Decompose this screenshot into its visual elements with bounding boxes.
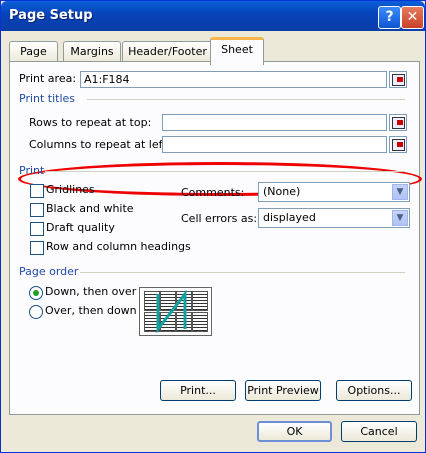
row-col-headings-checkbox[interactable]: [30, 241, 44, 255]
tab-page[interactable]: Page: [9, 41, 58, 62]
comments-select[interactable]: (None) ▼: [258, 182, 410, 202]
print-area-label: Print area:: [19, 72, 77, 85]
options-button[interactable]: Options...: [336, 380, 412, 401]
draft-quality-label: Draft quality: [46, 221, 115, 234]
cancel-button[interactable]: Cancel: [341, 421, 417, 442]
print-area-input[interactable]: A1:F184: [80, 71, 387, 88]
black-white-label: Black and white: [46, 202, 134, 215]
title-bar: Page Setup ? ✕: [1, 1, 425, 31]
row-col-headings-label: Row and column headings: [46, 240, 191, 253]
columns-repeat-input[interactable]: [162, 136, 387, 153]
print-titles-divider: [87, 99, 405, 100]
columns-repeat-collapse-icon[interactable]: [389, 136, 407, 153]
over-down-radio[interactable]: [29, 305, 43, 319]
gridlines-checkbox[interactable]: [30, 184, 44, 198]
down-over-label: Down, then over: [45, 285, 137, 298]
rows-repeat-label: Rows to repeat at top:: [29, 116, 152, 129]
chevron-down-icon[interactable]: ▼: [392, 210, 408, 226]
tab-sheet[interactable]: Sheet: [210, 37, 264, 65]
rows-repeat-input[interactable]: [162, 114, 387, 131]
help-button[interactable]: ?: [378, 6, 401, 29]
tab-header-footer[interactable]: Header/Footer: [122, 41, 213, 62]
cell-errors-value: displayed: [263, 211, 316, 224]
page-order-divider: [80, 272, 405, 273]
cell-errors-select[interactable]: displayed ▼: [258, 208, 410, 228]
page-order-preview-icon: [139, 287, 212, 336]
print-titles-heading: Print titles: [19, 92, 76, 105]
print-divider: [45, 171, 405, 172]
close-button[interactable]: ✕: [401, 6, 424, 29]
tab-strip: Page Margins Header/Footer Sheet: [9, 37, 419, 65]
down-over-radio[interactable]: [29, 286, 43, 300]
tab-margins[interactable]: Margins: [63, 41, 121, 62]
sheet-panel: Print area: A1:F184 Print titles Rows to…: [9, 61, 422, 415]
columns-repeat-label: Columns to repeat at left:: [29, 138, 171, 151]
dialog-title: Page Setup: [9, 8, 93, 23]
gridlines-label: Gridlines: [46, 183, 95, 196]
black-white-checkbox[interactable]: [30, 203, 44, 217]
print-preview-button[interactable]: Print Preview: [245, 380, 321, 401]
print-button[interactable]: Print...: [160, 380, 236, 401]
print-heading: Print: [19, 164, 45, 177]
page-setup-dialog: Page Setup ? ✕ Page Margins Header/Foote…: [0, 0, 426, 453]
cell-errors-label: Cell errors as:: [181, 212, 258, 225]
ok-button[interactable]: OK: [257, 421, 332, 442]
draft-quality-checkbox[interactable]: [30, 222, 44, 236]
chevron-down-icon[interactable]: ▼: [392, 184, 408, 200]
page-order-heading: Page order: [19, 265, 79, 278]
print-area-collapse-icon[interactable]: [389, 71, 407, 88]
comments-label: Comments:: [181, 186, 245, 199]
comments-value: (None): [263, 185, 301, 198]
page-order-arrow-icon: [156, 289, 187, 334]
over-down-label: Over, then down: [45, 304, 137, 317]
rows-repeat-collapse-icon[interactable]: [389, 114, 407, 131]
